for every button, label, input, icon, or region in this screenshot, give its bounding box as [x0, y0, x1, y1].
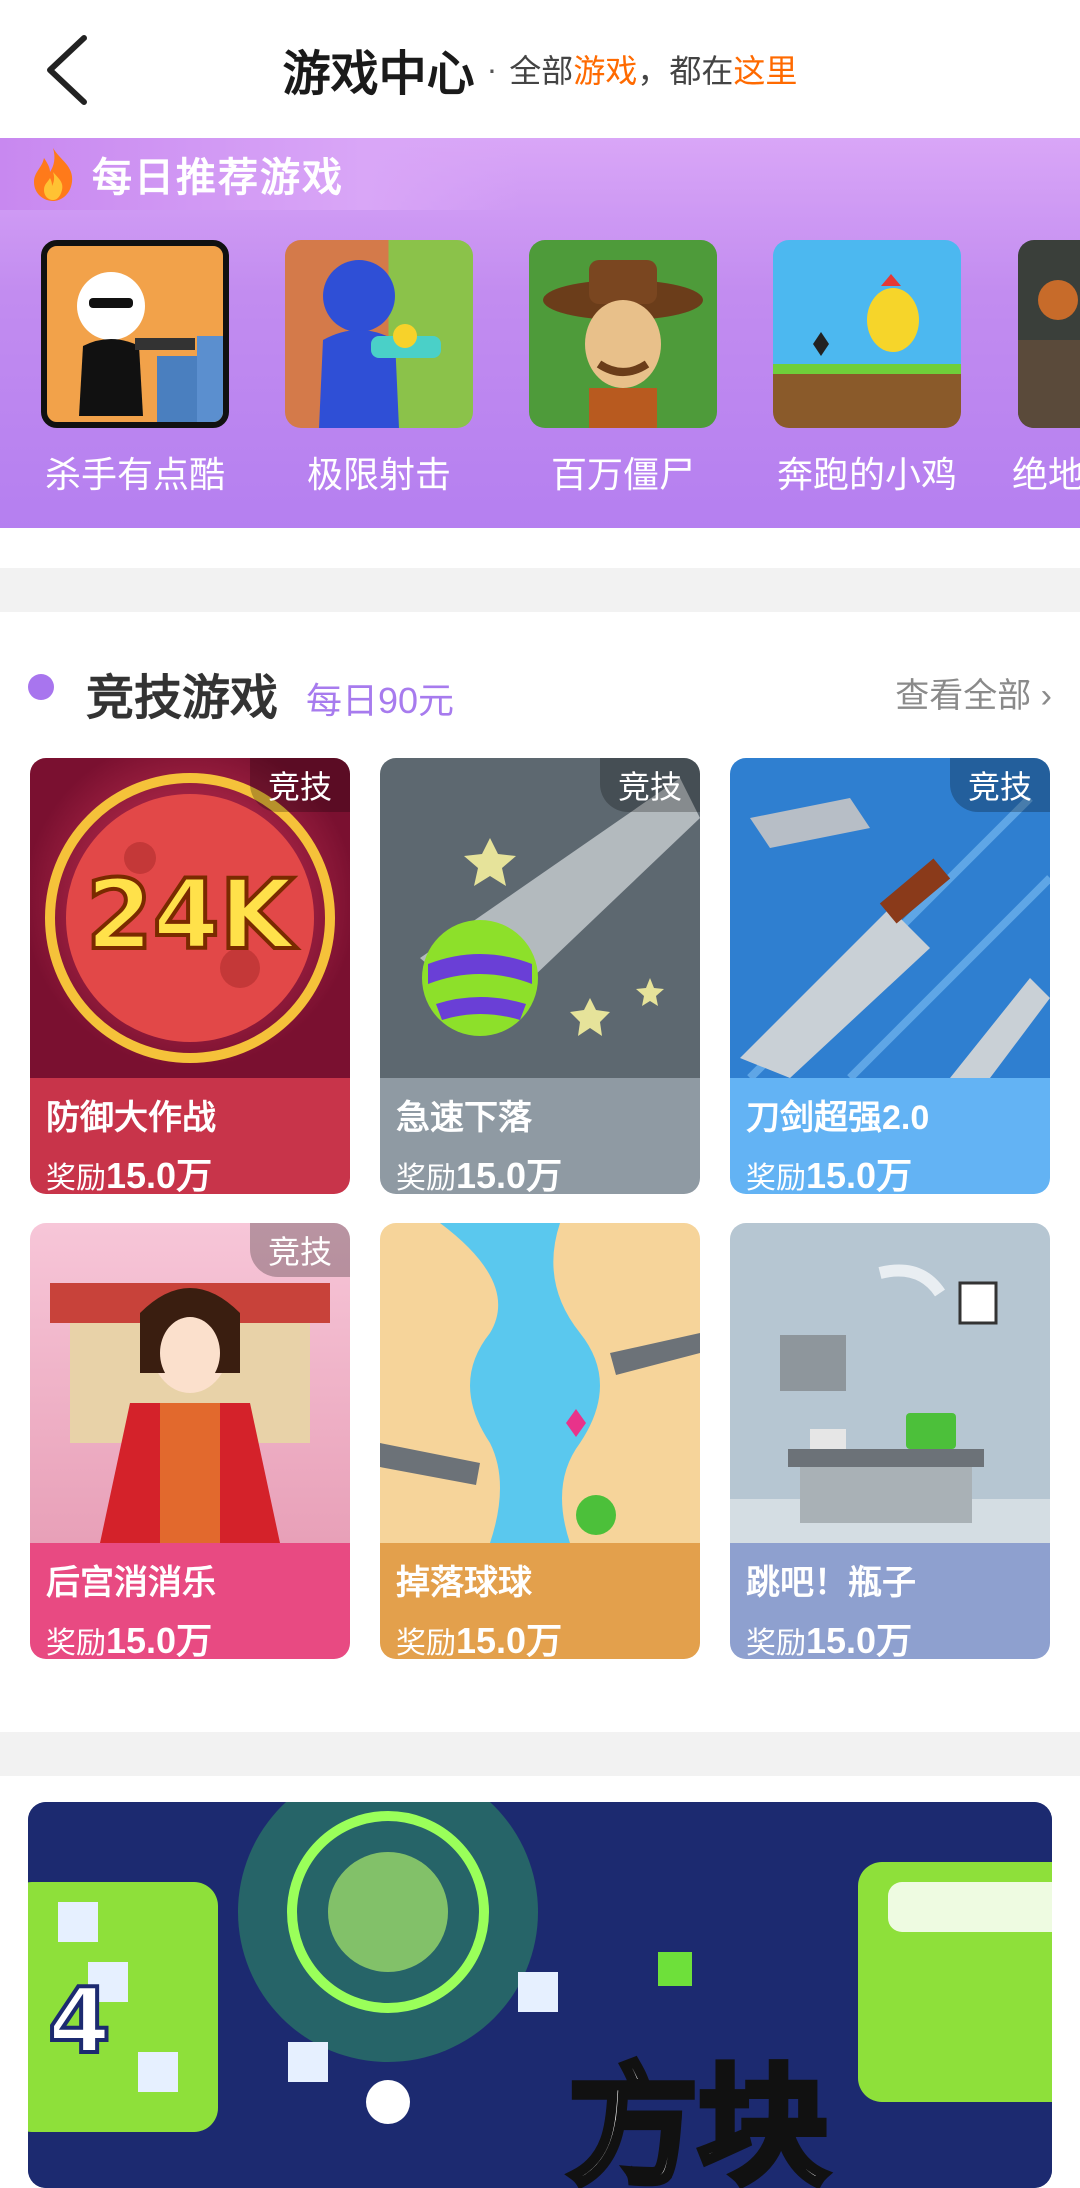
section-divider [0, 1732, 1080, 1776]
reward-value: 15.0万 [806, 1620, 913, 1659]
game-card-1[interactable]: 24K 竞技 防御大作战 奖励15.0万 [30, 758, 350, 1194]
game-card-3[interactable]: 竞技 刀剑超强2.0 奖励15.0万 [730, 758, 1050, 1194]
card-badge: 竞技 [249, 1223, 350, 1277]
daily-games-row[interactable]: 杀手有点酷 极限射击 百万僵尸 奔跑的小鸡 绝地 [0, 240, 1080, 500]
daily-game-label: 极限射击 [306, 454, 451, 495]
subtitle-part-1: 全部 [509, 53, 574, 89]
reward-label: 奖励 [396, 1162, 456, 1194]
fire-icon [34, 148, 73, 201]
card-reward: 奖励15.0万 [396, 1612, 684, 1659]
competitive-section-header: 竞技游戏 每日90元 查看全部 › [0, 650, 1080, 730]
game-icon-killer [41, 240, 229, 428]
subtitle-highlight-games: 游戏 [573, 53, 638, 89]
daily-game-label: 绝地 [1012, 454, 1080, 495]
card-title: 后宫消消乐 [46, 1564, 216, 1602]
chevron-right-icon: › [1040, 677, 1052, 715]
game-card-5[interactable]: 掉落球球 奖励15.0万 [380, 1223, 700, 1659]
title-separator: · [486, 50, 498, 87]
game-icon-shooter [285, 240, 473, 428]
game-card-6[interactable]: 跳吧！瓶子 奖励15.0万 [730, 1223, 1050, 1659]
card-title: 跳吧！瓶子 [746, 1564, 916, 1602]
card-reward: 奖励15.0万 [46, 1612, 334, 1659]
card-footer: 后宫消消乐 奖励15.0万 [30, 1543, 350, 1659]
card-footer: 刀剑超强2.0 奖励15.0万 [730, 1078, 1050, 1194]
card-title: 急速下落 [396, 1099, 532, 1137]
game-icon-battle [1018, 240, 1080, 428]
top-bar: 游戏中心 · 全部游戏，都在这里 [0, 0, 1080, 138]
card-footer: 防御大作战 奖励15.0万 [30, 1078, 350, 1194]
page-title: 游戏中心 [282, 48, 475, 101]
card-badge: 竞技 [249, 758, 350, 812]
daily-game-5[interactable]: 绝地 [996, 240, 1080, 498]
reward-value: 15.0万 [106, 1155, 213, 1194]
svg-text:24K: 24K [86, 859, 298, 971]
section-title: 竞技游戏 [86, 672, 279, 725]
promo-art: 4 方块 [28, 1802, 1052, 2188]
card-footer: 急速下落 奖励15.0万 [380, 1078, 700, 1194]
game-card-4[interactable]: 竞技 后宫消消乐 奖励15.0万 [30, 1223, 350, 1659]
card-reward: 奖励15.0万 [746, 1612, 1034, 1659]
section-subtitle: 每日90元 [306, 680, 455, 721]
game-card-2[interactable]: 竞技 急速下落 奖励15.0万 [380, 758, 700, 1194]
card-reward: 奖励15.0万 [396, 1147, 684, 1194]
reward-label: 奖励 [746, 1162, 806, 1194]
view-all-label: 查看全部 [895, 677, 1032, 715]
game-icon-running-chick [773, 240, 961, 428]
card-badge: 竞技 [599, 758, 700, 812]
card-footer: 掉落球球 奖励15.0万 [380, 1543, 700, 1659]
promo-banner[interactable]: 4 方块 [28, 1802, 1052, 2188]
section-dot-icon [28, 674, 54, 700]
card-art-falling-ball [380, 1223, 700, 1543]
daily-recommend-panel: 每日推荐游戏 杀手有点酷 极限射击 百万僵尸 奔跑的小鸡 绝地 [0, 138, 1080, 528]
reward-value: 15.0万 [456, 1620, 563, 1659]
daily-game-1[interactable]: 杀手有点酷 [20, 240, 250, 498]
daily-game-label: 杀手有点酷 [44, 454, 225, 495]
daily-game-2[interactable]: 极限射击 [264, 240, 494, 498]
header-title-group: 游戏中心 · 全部游戏，都在这里 [0, 0, 1080, 138]
reward-label: 奖励 [46, 1627, 106, 1659]
daily-recommend-title: 每日推荐游戏 [92, 156, 344, 200]
page-subtitle: 全部游戏，都在这里 [509, 46, 797, 92]
subtitle-highlight-here: 这里 [733, 53, 798, 89]
reward-value: 15.0万 [106, 1620, 213, 1659]
promo-title: 方块 [568, 2051, 828, 2188]
reward-label: 奖励 [46, 1162, 106, 1194]
daily-game-4[interactable]: 奔跑的小鸡 [752, 240, 982, 498]
card-art-jump-bottle [730, 1223, 1050, 1543]
promo-number: 4 [48, 1969, 111, 2074]
card-badge: 竞技 [949, 758, 1050, 812]
card-title: 掉落球球 [396, 1564, 532, 1602]
reward-label: 奖励 [746, 1627, 806, 1659]
daily-game-3[interactable]: 百万僵尸 [508, 240, 738, 498]
view-all-link[interactable]: 查看全部 › [895, 668, 1052, 717]
reward-label: 奖励 [396, 1627, 456, 1659]
daily-recommend-banner: 每日推荐游戏 [0, 138, 520, 210]
subtitle-part-3: ，都在 [637, 53, 734, 89]
card-footer: 跳吧！瓶子 奖励15.0万 [730, 1543, 1050, 1659]
game-icon-zombies [529, 240, 717, 428]
daily-game-label: 奔跑的小鸡 [776, 454, 957, 495]
card-title: 防御大作战 [46, 1099, 216, 1137]
card-reward: 奖励15.0万 [746, 1147, 1034, 1194]
section-divider [0, 568, 1080, 612]
card-reward: 奖励15.0万 [46, 1147, 334, 1194]
reward-value: 15.0万 [456, 1155, 563, 1194]
reward-value: 15.0万 [806, 1155, 913, 1194]
daily-game-label: 百万僵尸 [550, 454, 695, 495]
card-title: 刀剑超强2.0 [746, 1099, 930, 1137]
